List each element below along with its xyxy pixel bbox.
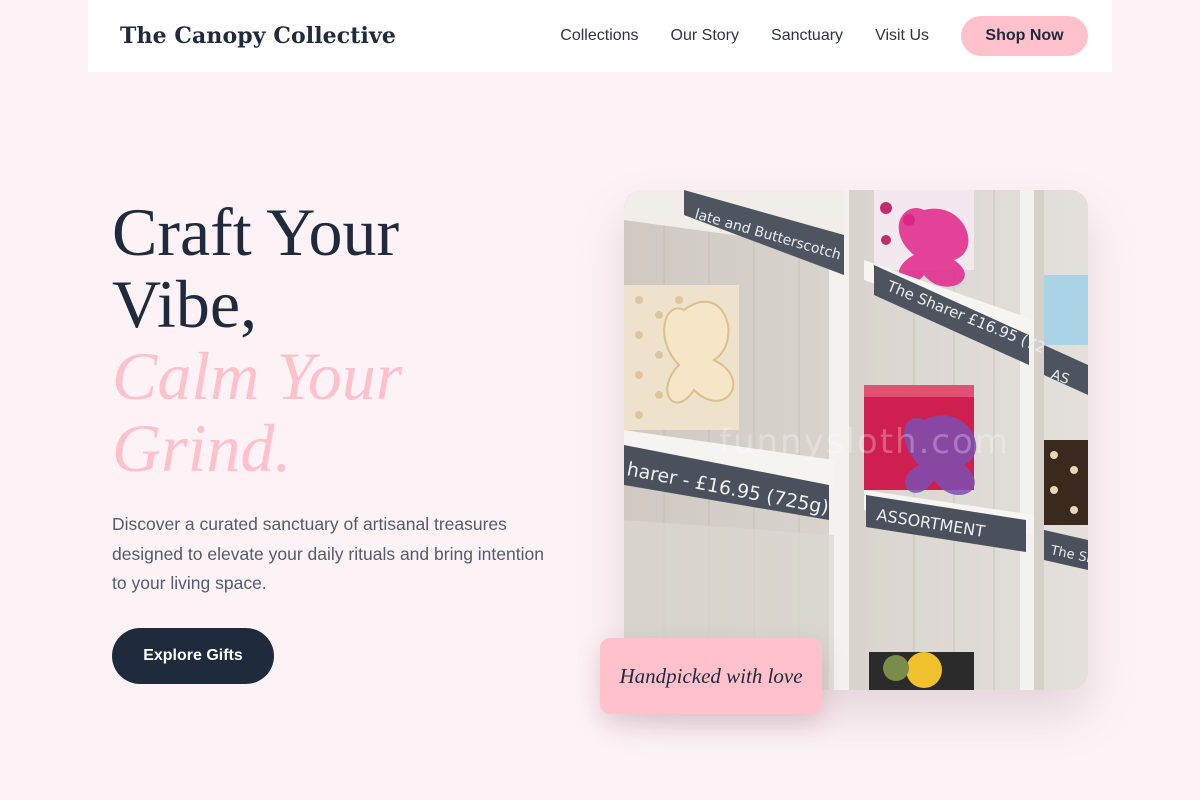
hero-title-line-2: Vibe, [112, 266, 258, 342]
nav-item-our-story[interactable]: Our Story [671, 27, 739, 45]
handpicked-badge: Handpicked with love [600, 638, 822, 714]
brand-logo[interactable]: The Canopy Collective [120, 23, 396, 49]
hero-title-line-1: Craft Your [112, 194, 400, 270]
nav-item-sanctuary[interactable]: Sanctuary [771, 27, 843, 45]
hero-image: late and Butterscotch The Sharer £16.95 … [624, 190, 1088, 690]
nav-item-visit-us[interactable]: Visit Us [875, 27, 929, 45]
shop-now-button[interactable]: Shop Now [961, 16, 1088, 56]
hero-title-accent-1: Calm Your [112, 338, 403, 414]
site-header: The Canopy Collective Collections Our St… [88, 0, 1112, 72]
hero-title-accent-2: Grind. [112, 410, 292, 486]
hero-title: Craft Your Vibe, Calm Your Grind. [112, 196, 402, 484]
watermark: funnysloth.com [719, 422, 1011, 462]
explore-gifts-button[interactable]: Explore Gifts [112, 628, 274, 684]
hero-description: Discover a curated sanctuary of artisana… [112, 514, 544, 593]
nav-item-collections[interactable]: Collections [560, 27, 638, 45]
main-nav: Collections Our Story Sanctuary Visit Us… [560, 16, 1088, 56]
